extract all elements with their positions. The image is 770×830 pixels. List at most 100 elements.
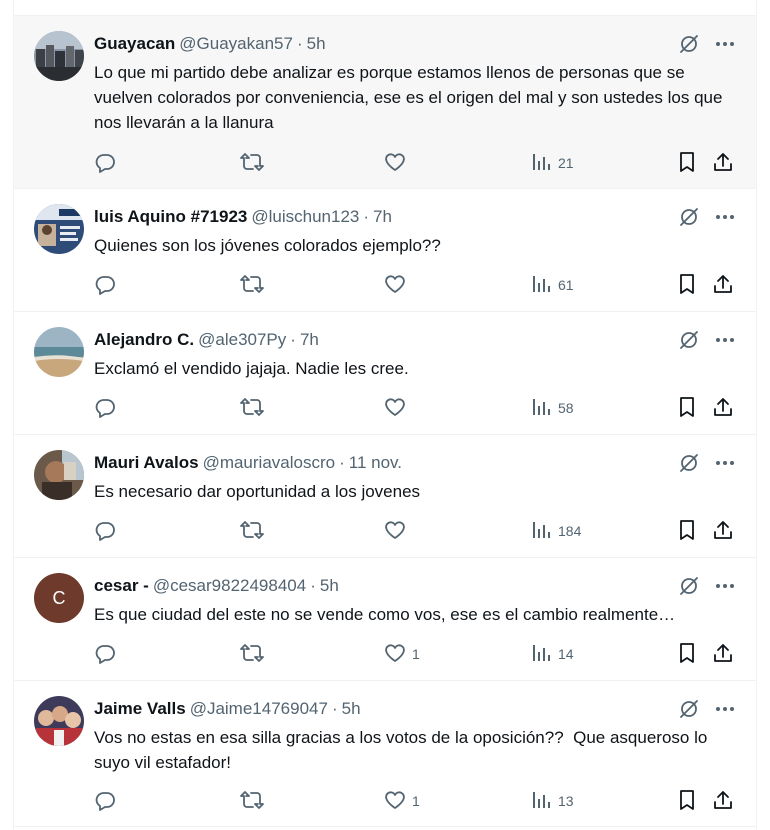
- grok-icon[interactable]: [676, 450, 702, 476]
- avatar[interactable]: [34, 204, 84, 254]
- display-name[interactable]: Jaime Valls: [94, 699, 186, 718]
- more-icon[interactable]: [712, 573, 738, 599]
- display-name[interactable]: luis Aquino #71923: [94, 207, 247, 226]
- user-handle[interactable]: @mauriavaloscro: [203, 453, 336, 472]
- retweet-button[interactable]: [239, 641, 265, 667]
- share-button[interactable]: [712, 272, 734, 298]
- views-button[interactable]: 14: [530, 641, 574, 667]
- avatar[interactable]: [34, 31, 84, 81]
- bookmark-button[interactable]: [676, 150, 698, 176]
- like-icon: [384, 273, 406, 298]
- like-button[interactable]: [384, 272, 412, 298]
- tweet[interactable]: Jaime Valls @Jaime14769047 · 5h Vos no esta…: [14, 681, 756, 827]
- like-button[interactable]: 1: [384, 641, 420, 667]
- separator-dot: ·: [339, 453, 345, 472]
- retweet-button[interactable]: [239, 395, 265, 421]
- share-button[interactable]: [712, 395, 734, 421]
- bookmark-button[interactable]: [676, 518, 698, 544]
- more-icon[interactable]: [712, 327, 738, 353]
- share-button[interactable]: [712, 150, 734, 176]
- share-icon: [712, 151, 734, 176]
- timestamp[interactable]: 11 nov.: [349, 453, 402, 472]
- display-name[interactable]: Mauri Avalos: [94, 453, 199, 472]
- reply-button[interactable]: [94, 150, 116, 176]
- retweet-button[interactable]: [239, 518, 265, 544]
- reply-button[interactable]: [94, 788, 116, 814]
- tweet[interactable]: Alejandro C. @ale307Py · 7h Exclamó el vend…: [14, 312, 756, 435]
- reply-button[interactable]: [94, 272, 116, 298]
- bookmark-button[interactable]: [676, 788, 698, 814]
- views-button[interactable]: 21: [530, 150, 574, 176]
- timestamp[interactable]: 5h: [307, 34, 326, 53]
- reply-button[interactable]: [94, 395, 116, 421]
- views-button[interactable]: 184: [530, 518, 581, 544]
- more-icon[interactable]: [712, 450, 738, 476]
- views-count: 14: [558, 646, 574, 662]
- grok-icon[interactable]: [676, 327, 702, 353]
- share-button[interactable]: [712, 788, 734, 814]
- avatar[interactable]: [34, 450, 84, 500]
- views-button[interactable]: 61: [530, 272, 574, 298]
- bookmark-button[interactable]: [676, 395, 698, 421]
- tweet-header: cesar - @cesar9822498404 · 5h: [94, 575, 339, 597]
- user-handle[interactable]: @ale307Py: [198, 330, 286, 349]
- views-button[interactable]: 13: [530, 788, 574, 814]
- reply-icon: [94, 273, 116, 298]
- like-button[interactable]: 1: [384, 788, 420, 814]
- avatar[interactable]: C: [34, 573, 84, 623]
- tweet-text: Es que ciudad del este no se vende como …: [94, 605, 676, 624]
- display-name[interactable]: Alejandro C.: [94, 330, 194, 349]
- like-button[interactable]: [384, 150, 412, 176]
- tweet-actions: 184: [94, 518, 756, 544]
- tweet-actions: 61: [94, 272, 756, 298]
- share-icon: [712, 396, 734, 421]
- timestamp[interactable]: 7h: [373, 207, 392, 226]
- tweet[interactable]: luis Aquino #71923 @luischun123 · 7h Quiene…: [14, 189, 756, 312]
- timestamp[interactable]: 5h: [320, 576, 339, 595]
- user-handle[interactable]: @cesar9822498404: [153, 576, 306, 595]
- retweet-button[interactable]: [239, 150, 265, 176]
- tweet-top-icons: [676, 327, 738, 353]
- user-handle[interactable]: @Guayakan57: [179, 34, 293, 53]
- like-button[interactable]: [384, 518, 412, 544]
- reply-icon: [94, 789, 116, 814]
- like-icon: [384, 151, 406, 176]
- avatar[interactable]: [34, 327, 84, 377]
- display-name[interactable]: cesar -: [94, 576, 149, 595]
- share-icon: [712, 273, 734, 298]
- avatar[interactable]: [34, 696, 84, 746]
- more-icon[interactable]: [712, 31, 738, 57]
- tweet[interactable]: Guayacan @Guayakan57 · 5h Lo que mi partido…: [14, 16, 756, 189]
- retweet-icon: [239, 273, 265, 298]
- more-icon[interactable]: [712, 204, 738, 230]
- tweet-top-icons: [676, 450, 738, 476]
- grok-icon[interactable]: [676, 204, 702, 230]
- bookmark-button[interactable]: [676, 272, 698, 298]
- reply-icon: [94, 151, 116, 176]
- user-handle[interactable]: @Jaime14769047: [190, 699, 328, 718]
- reply-button[interactable]: [94, 518, 116, 544]
- grok-icon[interactable]: [676, 696, 702, 722]
- tweet[interactable]: Mauri Avalos @mauriavaloscro · 11 nov. Es n…: [14, 435, 756, 558]
- grok-icon[interactable]: [676, 573, 702, 599]
- reply-button[interactable]: [94, 641, 116, 667]
- share-button[interactable]: [712, 641, 734, 667]
- like-button[interactable]: [384, 395, 412, 421]
- tweet[interactable]: C cesar - @cesar9822498404 · 5h Es que ciud…: [14, 558, 756, 681]
- user-handle[interactable]: @luischun123: [251, 207, 359, 226]
- retweet-icon: [239, 789, 265, 814]
- views-button[interactable]: 58: [530, 395, 574, 421]
- share-button[interactable]: [712, 518, 734, 544]
- tweet-text: Vos no estas en esa silla gracias a los …: [94, 728, 713, 772]
- grok-icon[interactable]: [676, 31, 702, 57]
- retweet-button[interactable]: [239, 788, 265, 814]
- avatar-letter: C: [52, 587, 66, 608]
- display-name[interactable]: Guayacan: [94, 34, 175, 53]
- more-icon[interactable]: [712, 696, 738, 722]
- views-count: 13: [558, 793, 574, 809]
- share-icon: [712, 789, 734, 814]
- timestamp[interactable]: 7h: [300, 330, 319, 349]
- bookmark-button[interactable]: [676, 641, 698, 667]
- timestamp[interactable]: 5h: [342, 699, 361, 718]
- retweet-button[interactable]: [239, 272, 265, 298]
